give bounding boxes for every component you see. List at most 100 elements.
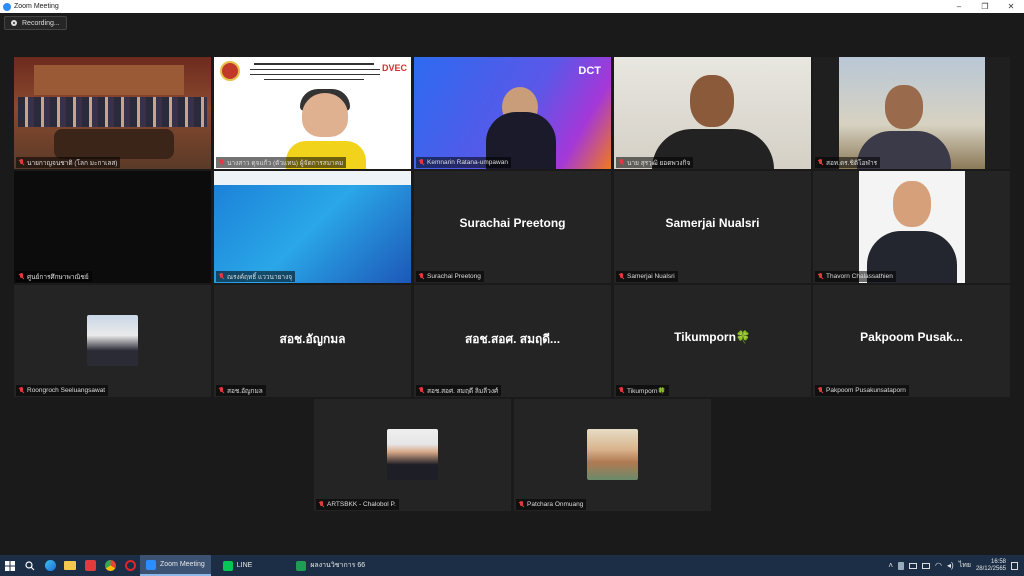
wps-office-icon[interactable] — [80, 555, 100, 576]
taskbar-app-zoom[interactable]: Zoom Meeting — [140, 555, 211, 576]
zoom-icon — [146, 559, 156, 570]
emblem-icon — [220, 61, 240, 81]
muted-mic-icon — [519, 501, 524, 508]
video-tile[interactable]: Patchara Onmuang — [514, 399, 711, 511]
video-tile[interactable]: นาย สุรวุฒิ ยอดพวงกิจ — [614, 57, 811, 169]
record-icon — [11, 20, 17, 26]
video-tile[interactable]: Pakpoom Pusak... Pakpoom Pusakunsataporn — [813, 285, 1010, 397]
taskbar-app-label: LINE — [236, 562, 253, 569]
participant-name-label: Kemnarin Ratana-umpawan — [416, 157, 511, 168]
muted-mic-icon — [818, 273, 823, 280]
participant-name-label: Patchara Onmuang — [516, 499, 587, 510]
participant-name-label: นายกาญจนชาติ (โลก มะกาเลส) — [16, 157, 121, 168]
participant-name: สอท.ดร.ชิติโอฬาร — [826, 159, 878, 167]
network-icon[interactable] — [922, 562, 931, 569]
video-tile[interactable]: DCT Kemnarin Ratana-umpawan — [414, 57, 611, 169]
video-tile[interactable]: นายกาญจนชาติ (โลก มะกาเลส) — [14, 57, 211, 169]
video-tile[interactable]: DVEC นางสาว ดุจแก้ว (ตัวแทน) ผู้จัดการสม… — [214, 57, 411, 169]
maximize-button[interactable]: ❐ — [972, 0, 998, 13]
participant-name-label: ศูนย์การศึกษาพาณิชย์ — [16, 271, 92, 282]
participant-video: DVEC — [214, 57, 411, 169]
taskbar-app-label: ผลงานวิชาการ 66 — [310, 562, 366, 569]
display-icon[interactable] — [909, 562, 918, 569]
dvec-logo: DVEC — [381, 63, 407, 73]
participant-avatar — [87, 315, 138, 366]
opera-icon[interactable] — [120, 555, 140, 576]
muted-mic-icon — [19, 387, 24, 394]
participant-video: DCT — [414, 57, 611, 169]
file-explorer-icon[interactable] — [60, 555, 80, 576]
participant-name-display: Samerjai Nualsri — [665, 216, 760, 230]
video-tile[interactable]: สอท.ดร.ชิติโอฬาร — [813, 57, 1010, 169]
app-tray-icon[interactable] — [898, 561, 905, 570]
search-icon[interactable] — [20, 555, 40, 576]
language-indicator[interactable]: ไทย — [959, 560, 971, 571]
participant-name: ศูนย์การศึกษาพาณิชย์ — [27, 273, 89, 281]
participant-video — [614, 57, 811, 169]
participant-video — [14, 57, 211, 169]
participant-name: ARTSBKK - Chalobol P. — [327, 501, 396, 508]
minimize-button[interactable]: – — [946, 0, 972, 13]
participant-name-label: นาย สุรวุฒิ ยอดพวงกิจ — [616, 157, 694, 168]
volume-icon[interactable]: ◂) — [947, 561, 954, 570]
participant-name-label: ARTSBKK - Chalobol P. — [316, 499, 399, 510]
video-tile[interactable]: สอช.สอศ. สมฤดี... สอช.สอศ. สมฤดี ลิมลีวง… — [414, 285, 611, 397]
muted-mic-icon — [419, 387, 424, 394]
participant-avatar — [587, 429, 638, 480]
video-tile[interactable]: Tikumporn🍀 Tikumporn🍀 — [614, 285, 811, 397]
participant-name-label: สอช.อัญกมล — [216, 385, 266, 396]
windows-start-icon[interactable] — [0, 555, 20, 576]
participant-name: Surachai Preetong — [427, 273, 481, 280]
muted-mic-icon — [319, 501, 324, 508]
system-clock[interactable]: 16:58 28/12/2565 — [976, 559, 1006, 573]
chrome-icon[interactable] — [100, 555, 120, 576]
muted-mic-icon — [219, 387, 224, 394]
participant-name-display: สอช.อัญกมล — [279, 332, 346, 346]
participant-name: ณรงค์ฤทธิ์ แววนายางจุ — [227, 273, 293, 281]
participant-name: นายกาญจนชาติ (โลก มะกาเลส) — [27, 159, 118, 167]
wifi-icon[interactable]: ◠ — [935, 561, 942, 570]
participant-avatar — [387, 429, 438, 480]
participant-name: สอช.อัญกมล — [227, 387, 263, 395]
participant-name-display: สอช.สอศ. สมฤดี... — [464, 332, 561, 346]
participant-name-label: Surachai Preetong — [416, 271, 484, 282]
recording-indicator[interactable]: Recording... — [4, 16, 67, 30]
muted-mic-icon — [219, 159, 224, 166]
window-title-bar: Zoom Meeting – ❐ ✕ — [0, 0, 1024, 13]
participant-name-label: สอช.สอศ. สมฤดี ลิมลีวงศ์ — [416, 385, 502, 396]
meeting-gallery: Recording... นายกาญจนชาติ (โลก มะกาเลส) … — [0, 13, 1024, 555]
taskbar-app-line[interactable]: LINE — [217, 555, 259, 576]
participant-name-label: Tikumporn🍀 — [616, 385, 669, 396]
muted-mic-icon — [19, 159, 24, 166]
chevron-up-icon[interactable]: ˄ — [888, 561, 893, 570]
clock-date: 28/12/2565 — [975, 565, 1006, 572]
participant-name-label: Samerjai Nualsri — [616, 271, 678, 282]
video-tile[interactable]: ARTSBKK - Chalobol P. — [314, 399, 511, 511]
participant-name: Pakpoom Pusakunsataporn — [826, 387, 906, 394]
participant-name-label: Pakpoom Pusakunsataporn — [815, 385, 909, 396]
video-tile[interactable]: Samerjai Nualsri Samerjai Nualsri — [614, 171, 811, 283]
participant-name: Patchara Onmuang — [527, 501, 584, 508]
taskbar-app-spreadsheet[interactable]: ผลงานวิชาการ 66 — [290, 555, 371, 576]
muted-mic-icon — [419, 273, 424, 280]
edge-browser-icon[interactable] — [40, 555, 60, 576]
participant-name: Tikumporn🍀 — [627, 387, 666, 395]
notification-icon[interactable] — [1011, 561, 1018, 570]
muted-mic-icon — [818, 159, 823, 166]
participant-name-label: Roongroch Seeluangsawat — [16, 385, 109, 396]
video-tile[interactable]: Thavorn Chalassathien — [813, 171, 1010, 283]
close-button[interactable]: ✕ — [998, 0, 1024, 13]
video-tile[interactable]: Surachai Preetong Surachai Preetong — [414, 171, 611, 283]
participant-name-label: สอท.ดร.ชิติโอฬาร — [815, 157, 881, 168]
video-tile[interactable]: Roongroch Seeluangsawat — [14, 285, 211, 397]
video-tile[interactable]: สอช.อัญกมล สอช.อัญกมล — [214, 285, 411, 397]
clock-time: 16:58 — [990, 558, 1006, 565]
video-tile[interactable]: ศูนย์การศึกษาพาณิชย์ — [14, 171, 211, 283]
muted-mic-icon — [619, 273, 624, 280]
participant-name: Thavorn Chalassathien — [826, 273, 893, 280]
participant-name-label: นางสาว ดุจแก้ว (ตัวแทน) ผู้จัดการสมาคม — [216, 157, 347, 168]
zoom-app-icon — [3, 2, 11, 11]
participant-video — [14, 171, 211, 283]
video-tile[interactable]: ณรงค์ฤทธิ์ แววนายางจุ — [214, 171, 411, 283]
participant-name-display: Surachai Preetong — [459, 216, 566, 230]
